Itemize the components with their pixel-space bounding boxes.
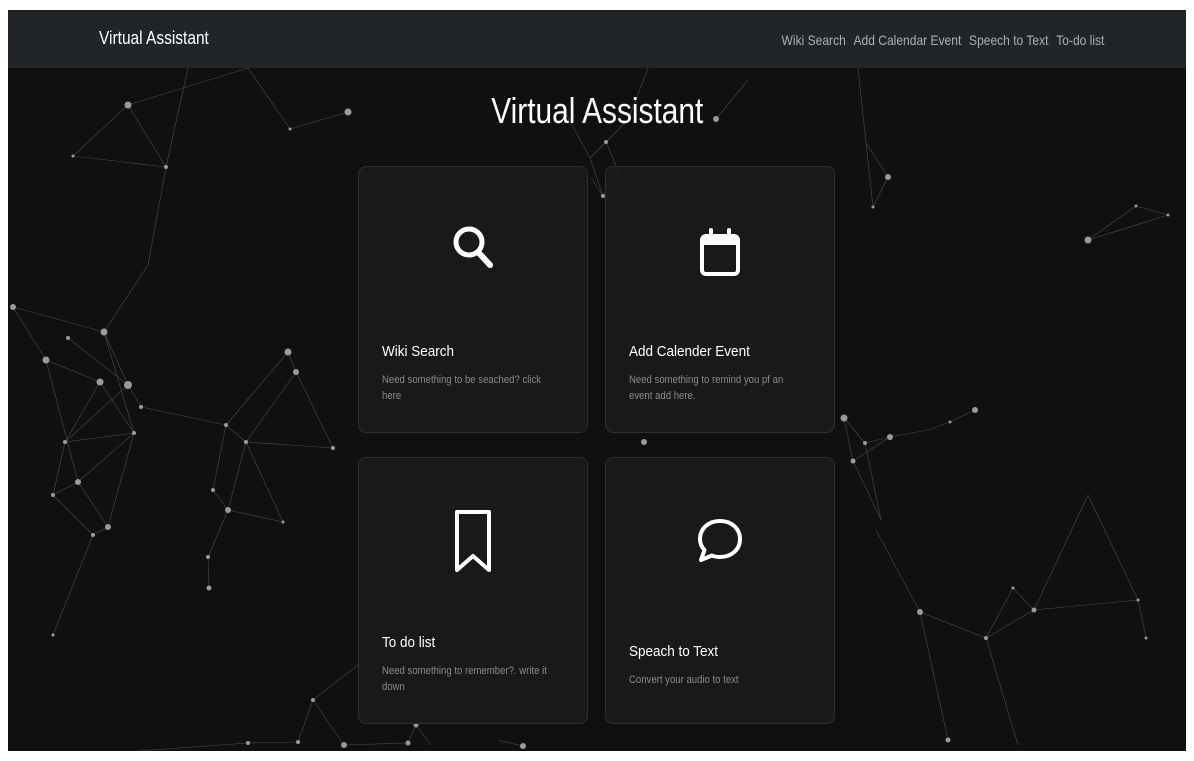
card-todo-list[interactable]: To do list Need something to remember?. … — [358, 457, 588, 724]
card-title: Add Calender Event — [629, 343, 750, 360]
card-text: Need something to remember?. write it do… — [382, 665, 547, 693]
card-text: Need something to be seached? click here — [382, 374, 542, 402]
card-title: To do list — [382, 634, 436, 651]
nav-link-add-calendar-event[interactable]: Add Calendar Event — [853, 32, 961, 48]
calendar-icon — [700, 228, 740, 276]
nav-links: Wiki Search Add Calendar Event Speech to… — [781, 32, 1104, 48]
bookmark-icon — [455, 510, 491, 572]
nav-link-speech-to-text[interactable]: Speech to Text — [969, 32, 1048, 48]
card-text: Need something to remind you pf an event… — [629, 374, 784, 402]
navbar: Virtual Assistant Wiki Search Add Calend… — [8, 10, 1186, 68]
card-wiki-search[interactable]: Wiki Search Need something to be seached… — [358, 166, 588, 433]
search-icon — [453, 226, 493, 268]
card-speech-to-text[interactable]: Speach to Text Convert your audio to tex… — [605, 457, 835, 724]
page-title: Virtual Assistant — [491, 90, 704, 131]
app-frame: Virtual Assistant Wiki Search Add Calend… — [8, 10, 1186, 751]
nav-link-todo-list[interactable]: To-do list — [1056, 32, 1104, 48]
card-text: Convert your audio to text — [629, 674, 739, 686]
nav-link-wiki-search[interactable]: Wiki Search — [781, 32, 845, 48]
navbar-brand[interactable]: Virtual Assistant — [99, 28, 209, 49]
chat-bubble-icon — [698, 519, 742, 562]
card-title: Speach to Text — [629, 643, 719, 660]
card-title: Wiki Search — [382, 343, 455, 360]
card-add-calendar-event[interactable]: Add Calender Event Need something to rem… — [605, 166, 835, 433]
